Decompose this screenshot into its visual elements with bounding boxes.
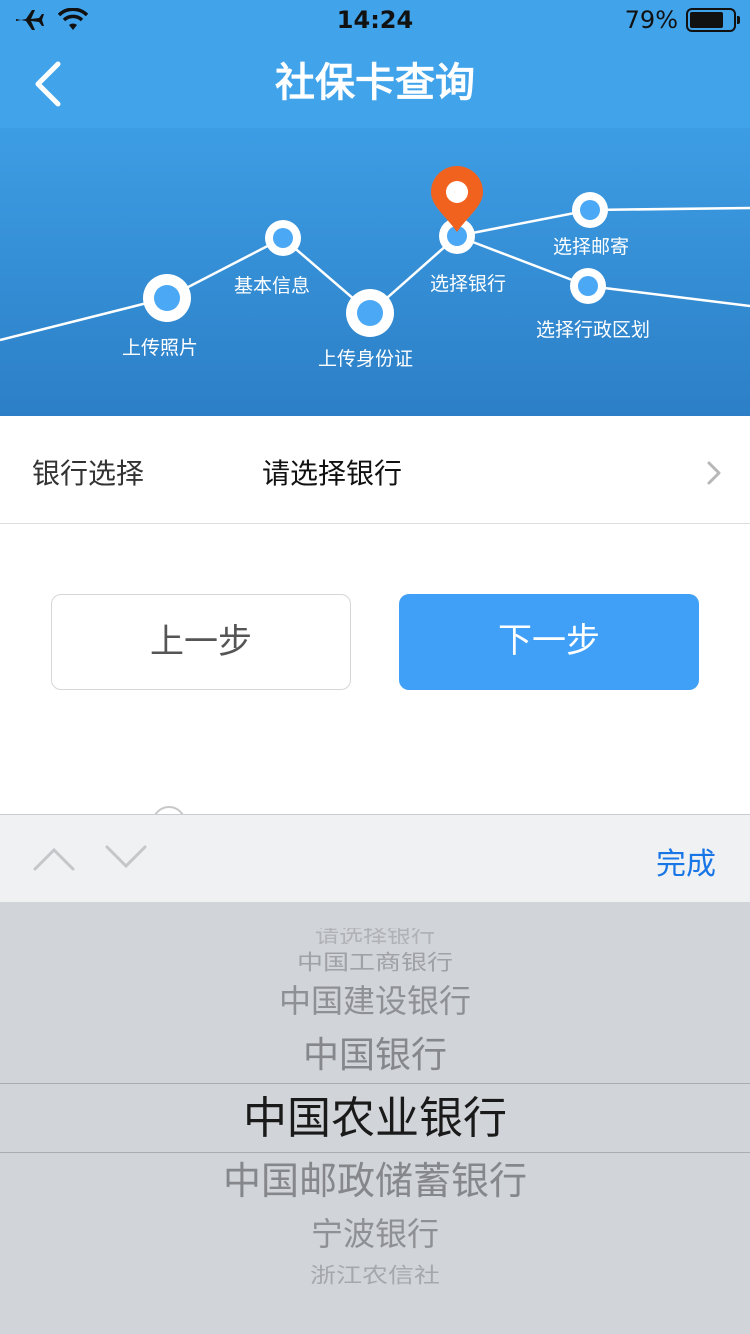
chevron-up-icon[interactable] xyxy=(32,841,76,875)
step-node-basic-info xyxy=(265,220,301,256)
progress-path xyxy=(0,166,750,342)
picker-selection-bottom xyxy=(0,1152,750,1153)
chevron-right-icon xyxy=(707,461,721,485)
bank-select-label: 银行选择 xyxy=(32,457,145,490)
status-bar: 14:24 79% xyxy=(0,0,750,40)
step-label-select-mail: 选择邮寄 xyxy=(553,236,630,258)
step-label-upload-photo: 上传照片 xyxy=(122,337,199,359)
bank-select-row[interactable]: 银行选择 请选择银行 xyxy=(0,416,750,524)
next-step-button[interactable]: 下一步 xyxy=(399,594,699,690)
bank-picker[interactable]: 请选择银行 中国工商银行 中国建设银行 中国银行 中国农业银行 中国邮政储蓄银行… xyxy=(0,902,750,1334)
chevron-down-icon[interactable] xyxy=(104,841,148,875)
step-label-select-region: 选择行政区划 xyxy=(536,319,651,341)
step-node-select-region xyxy=(570,268,606,304)
nav-bar: 社保卡查询 xyxy=(0,40,750,128)
picker-option[interactable]: 中国工商银行 xyxy=(0,951,750,975)
step-label-select-bank: 选择银行 xyxy=(430,273,507,295)
picker-option[interactable]: 请选择银行 xyxy=(0,928,750,944)
picker-option[interactable]: 宁波银行 xyxy=(0,1212,750,1256)
bank-select-value: 请选择银行 xyxy=(262,457,403,490)
step-node-upload-photo xyxy=(143,274,191,322)
done-button[interactable]: 完成 xyxy=(656,839,716,883)
battery-fill xyxy=(690,12,724,28)
step-node-select-mail xyxy=(572,192,608,228)
step-node-upload-id xyxy=(346,289,394,337)
picker-option[interactable]: 中国邮政储蓄银行 xyxy=(0,1156,750,1206)
map-pin-icon xyxy=(431,166,483,232)
battery-icon xyxy=(686,8,740,32)
battery-percent: 79% xyxy=(624,6,678,34)
progress-banner: 上传照片 基本信息 上传身份证 选择银行 选择邮寄 选择行政区划 xyxy=(0,128,750,416)
picker-option[interactable]: 浙江农信社 xyxy=(0,1265,750,1287)
picker-option[interactable]: 中国银行 xyxy=(0,1032,750,1080)
step-label-basic-info: 基本信息 xyxy=(234,275,311,297)
prev-step-button[interactable]: 上一步 xyxy=(51,594,351,690)
picker-option[interactable]: 中国建设银行 xyxy=(0,980,750,1022)
picker-selection-top xyxy=(0,1083,750,1084)
page-title: 社保卡查询 xyxy=(275,60,475,106)
picker-toolbar: 完成 xyxy=(0,814,750,902)
picker-option-selected[interactable]: 中国农业银行 xyxy=(0,1090,750,1148)
step-label-upload-id: 上传身份证 xyxy=(318,348,414,370)
